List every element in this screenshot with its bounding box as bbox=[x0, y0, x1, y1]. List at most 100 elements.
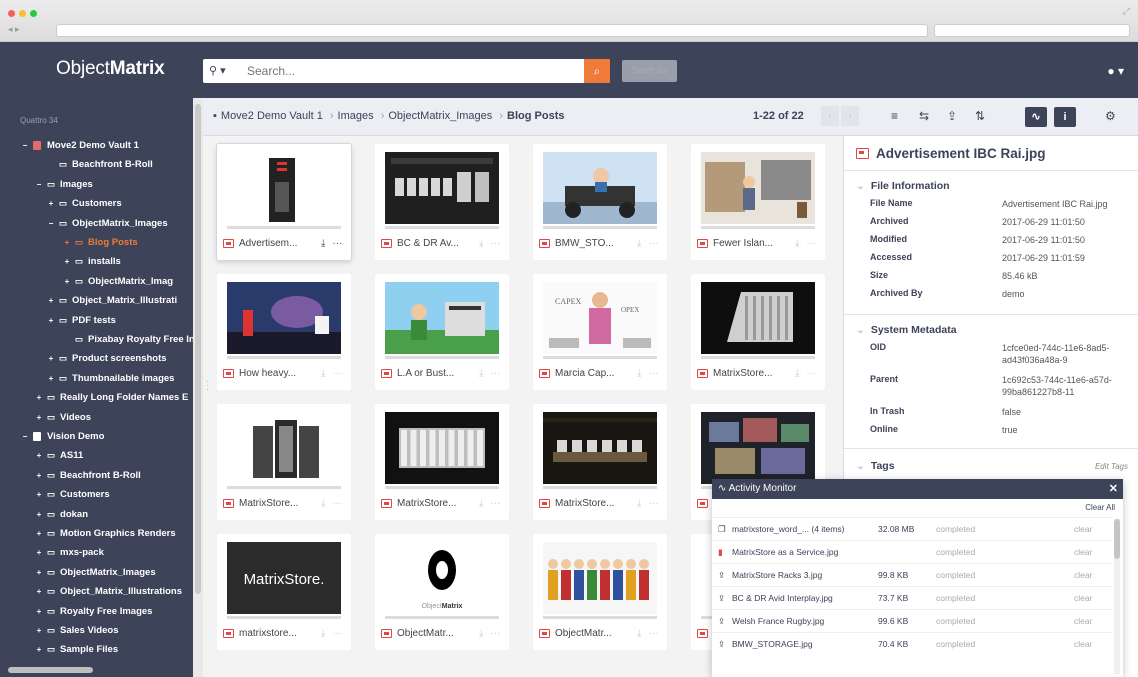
expand-icon[interactable]: + bbox=[34, 587, 44, 596]
expand-icon[interactable]: + bbox=[34, 510, 44, 519]
edit-tags-link[interactable]: Edit Tags bbox=[1095, 462, 1128, 471]
maximize-window-dot[interactable] bbox=[30, 10, 37, 17]
expand-icon[interactable]: + bbox=[46, 199, 56, 208]
expand-icon[interactable]: + bbox=[46, 374, 56, 383]
tags-section-toggle[interactable]: ⌄ Tags bbox=[856, 460, 895, 472]
more-options-icon[interactable]: ··· bbox=[490, 368, 500, 379]
file-thumbnail[interactable] bbox=[543, 412, 657, 484]
more-options-icon[interactable]: ··· bbox=[648, 498, 658, 509]
clear-all-button[interactable]: Clear All bbox=[1085, 503, 1115, 512]
download-icon[interactable]: ⤓ bbox=[637, 238, 641, 249]
sidebar-item[interactable]: − Move2 Demo Vault 1 bbox=[20, 136, 139, 155]
download-icon[interactable]: ⤓ bbox=[637, 498, 641, 509]
more-options-icon[interactable]: ··· bbox=[806, 368, 816, 379]
expand-icon[interactable]: + bbox=[46, 354, 56, 363]
download-icon[interactable]: ⤓ bbox=[637, 628, 641, 639]
collapse-icon[interactable]: − bbox=[34, 180, 44, 189]
search-scope-dropdown[interactable]: ⚲ ▾ bbox=[209, 64, 226, 77]
sidebar-scroll-thumb[interactable] bbox=[195, 104, 201, 594]
file-card[interactable]: CAPEX OPEX Marcia Cap... ⤓ ··· bbox=[533, 274, 667, 390]
more-options-icon[interactable]: ··· bbox=[332, 368, 342, 379]
file-thumbnail[interactable] bbox=[385, 152, 499, 224]
upload-icon[interactable]: ⇪ bbox=[947, 109, 957, 123]
download-icon[interactable]: ⤓ bbox=[479, 368, 483, 379]
next-page-button[interactable]: › bbox=[841, 106, 859, 126]
file-thumbnail[interactable]: ObjectMatrix bbox=[385, 542, 499, 614]
user-menu-icon[interactable]: ● ▾ bbox=[1107, 64, 1124, 78]
breadcrumb-item[interactable]: ObjectMatrix_Images bbox=[388, 110, 492, 122]
download-icon[interactable]: ⤓ bbox=[321, 368, 325, 379]
sidebar-item[interactable]: ▭ Beachfront B-Roll bbox=[46, 155, 153, 174]
close-window-dot[interactable] bbox=[8, 10, 15, 17]
horizontal-scrollbar[interactable] bbox=[8, 667, 93, 673]
expand-icon[interactable]: + bbox=[34, 645, 44, 654]
file-thumbnail[interactable]: CAPEX OPEX bbox=[543, 282, 657, 354]
breadcrumb-item[interactable]: Move2 Demo Vault 1 bbox=[221, 110, 323, 122]
list-view-icon[interactable]: ≡ bbox=[891, 109, 898, 123]
sidebar-item[interactable]: + ▭ Videos bbox=[34, 408, 91, 427]
sidebar-item[interactable]: + ▭ Customers bbox=[46, 194, 122, 213]
expand-icon[interactable]: + bbox=[34, 568, 44, 577]
collapse-icon[interactable]: − bbox=[46, 219, 56, 228]
expand-icon[interactable]: + bbox=[34, 471, 44, 480]
file-name[interactable]: matrixstore... bbox=[239, 628, 315, 639]
expand-icon[interactable]: + bbox=[34, 626, 44, 635]
activity-scroll-thumb[interactable] bbox=[1114, 519, 1120, 559]
file-name[interactable]: Marcia Cap... bbox=[555, 368, 631, 379]
more-options-icon[interactable]: ··· bbox=[648, 628, 658, 639]
file-card[interactable]: L.A or Bust... ⤓ ··· bbox=[375, 274, 509, 390]
sidebar-item[interactable]: + ▭ Product screenshots bbox=[46, 349, 167, 368]
file-name[interactable]: How heavy... bbox=[239, 368, 315, 379]
activity-monitor-button[interactable]: ∿ bbox=[1025, 107, 1047, 127]
sidebar-scrollbar[interactable] bbox=[193, 98, 203, 677]
activity-clear-link[interactable]: clear bbox=[1074, 524, 1092, 534]
browser-search-bar[interactable] bbox=[934, 24, 1130, 37]
sidebar-item[interactable]: + ▭ ObjectMatrix_Images bbox=[34, 563, 156, 582]
expand-icon[interactable]: + bbox=[46, 316, 56, 325]
activity-clear-link[interactable]: clear bbox=[1074, 616, 1092, 626]
download-icon[interactable]: ⤓ bbox=[321, 628, 325, 639]
download-icon[interactable]: ⤓ bbox=[795, 368, 799, 379]
sidebar-item[interactable]: − ▭ Images bbox=[34, 175, 93, 194]
expand-icon[interactable]: + bbox=[34, 413, 44, 422]
sidebar-item[interactable]: + ▭ dokan bbox=[34, 505, 88, 524]
expand-icon[interactable]: + bbox=[34, 451, 44, 460]
more-options-icon[interactable]: ··· bbox=[490, 238, 500, 249]
sidebar-item[interactable]: + ▭ Object_Matrix_Illustrations bbox=[34, 582, 182, 601]
download-icon[interactable]: ⤓ bbox=[321, 498, 325, 509]
more-options-icon[interactable]: ··· bbox=[332, 498, 342, 509]
more-options-icon[interactable]: ··· bbox=[332, 238, 342, 249]
file-thumbnail[interactable] bbox=[701, 152, 815, 224]
file-card[interactable]: How heavy... ⤓ ··· bbox=[217, 274, 351, 390]
expand-icon[interactable]: + bbox=[62, 277, 72, 286]
activity-scrollbar[interactable] bbox=[1114, 519, 1120, 674]
system-metadata-section-toggle[interactable]: ⌄ System Metadata bbox=[856, 324, 957, 336]
sidebar-item[interactable]: ▭ Pixabay Royalty Free In bbox=[62, 330, 193, 349]
more-options-icon[interactable]: ··· bbox=[490, 628, 500, 639]
objectmatrix-logo[interactable]: ObjectMatrix bbox=[56, 58, 165, 80]
fullscreen-icon[interactable]: ⤢ bbox=[1123, 6, 1130, 17]
expand-icon[interactable]: + bbox=[34, 607, 44, 616]
file-thumbnail[interactable] bbox=[385, 282, 499, 354]
file-thumbnail[interactable] bbox=[227, 152, 341, 224]
file-card[interactable]: Fewer Islan... ⤓ ··· bbox=[691, 144, 825, 260]
sidebar-item[interactable]: + ▭ ObjectMatrix_Imag bbox=[62, 272, 173, 291]
download-icon[interactable]: ⤓ bbox=[479, 238, 483, 249]
collapse-icon[interactable]: − bbox=[20, 141, 30, 150]
file-name[interactable]: ObjectMatr... bbox=[397, 628, 473, 639]
save-as-button[interactable]: Save as bbox=[622, 60, 677, 82]
expand-icon[interactable]: + bbox=[62, 257, 72, 266]
download-icon[interactable]: ⤓ bbox=[795, 238, 799, 249]
sort-icon[interactable]: ⇅ bbox=[975, 109, 985, 123]
move-icon[interactable]: ⇆ bbox=[919, 109, 929, 123]
more-options-icon[interactable]: ··· bbox=[332, 628, 342, 639]
more-options-icon[interactable]: ··· bbox=[648, 368, 658, 379]
file-name[interactable]: L.A or Bust... bbox=[397, 368, 473, 379]
sidebar-item[interactable]: + ▭ installs bbox=[62, 252, 121, 271]
sidebar-item[interactable]: + ▭ mxs-pack bbox=[34, 543, 104, 562]
browser-url-bar[interactable] bbox=[56, 24, 928, 37]
file-name[interactable]: BC & DR Av... bbox=[397, 238, 473, 249]
file-name[interactable]: MatrixStore... bbox=[555, 498, 631, 509]
expand-icon[interactable]: + bbox=[34, 529, 44, 538]
search-input[interactable] bbox=[247, 63, 577, 79]
